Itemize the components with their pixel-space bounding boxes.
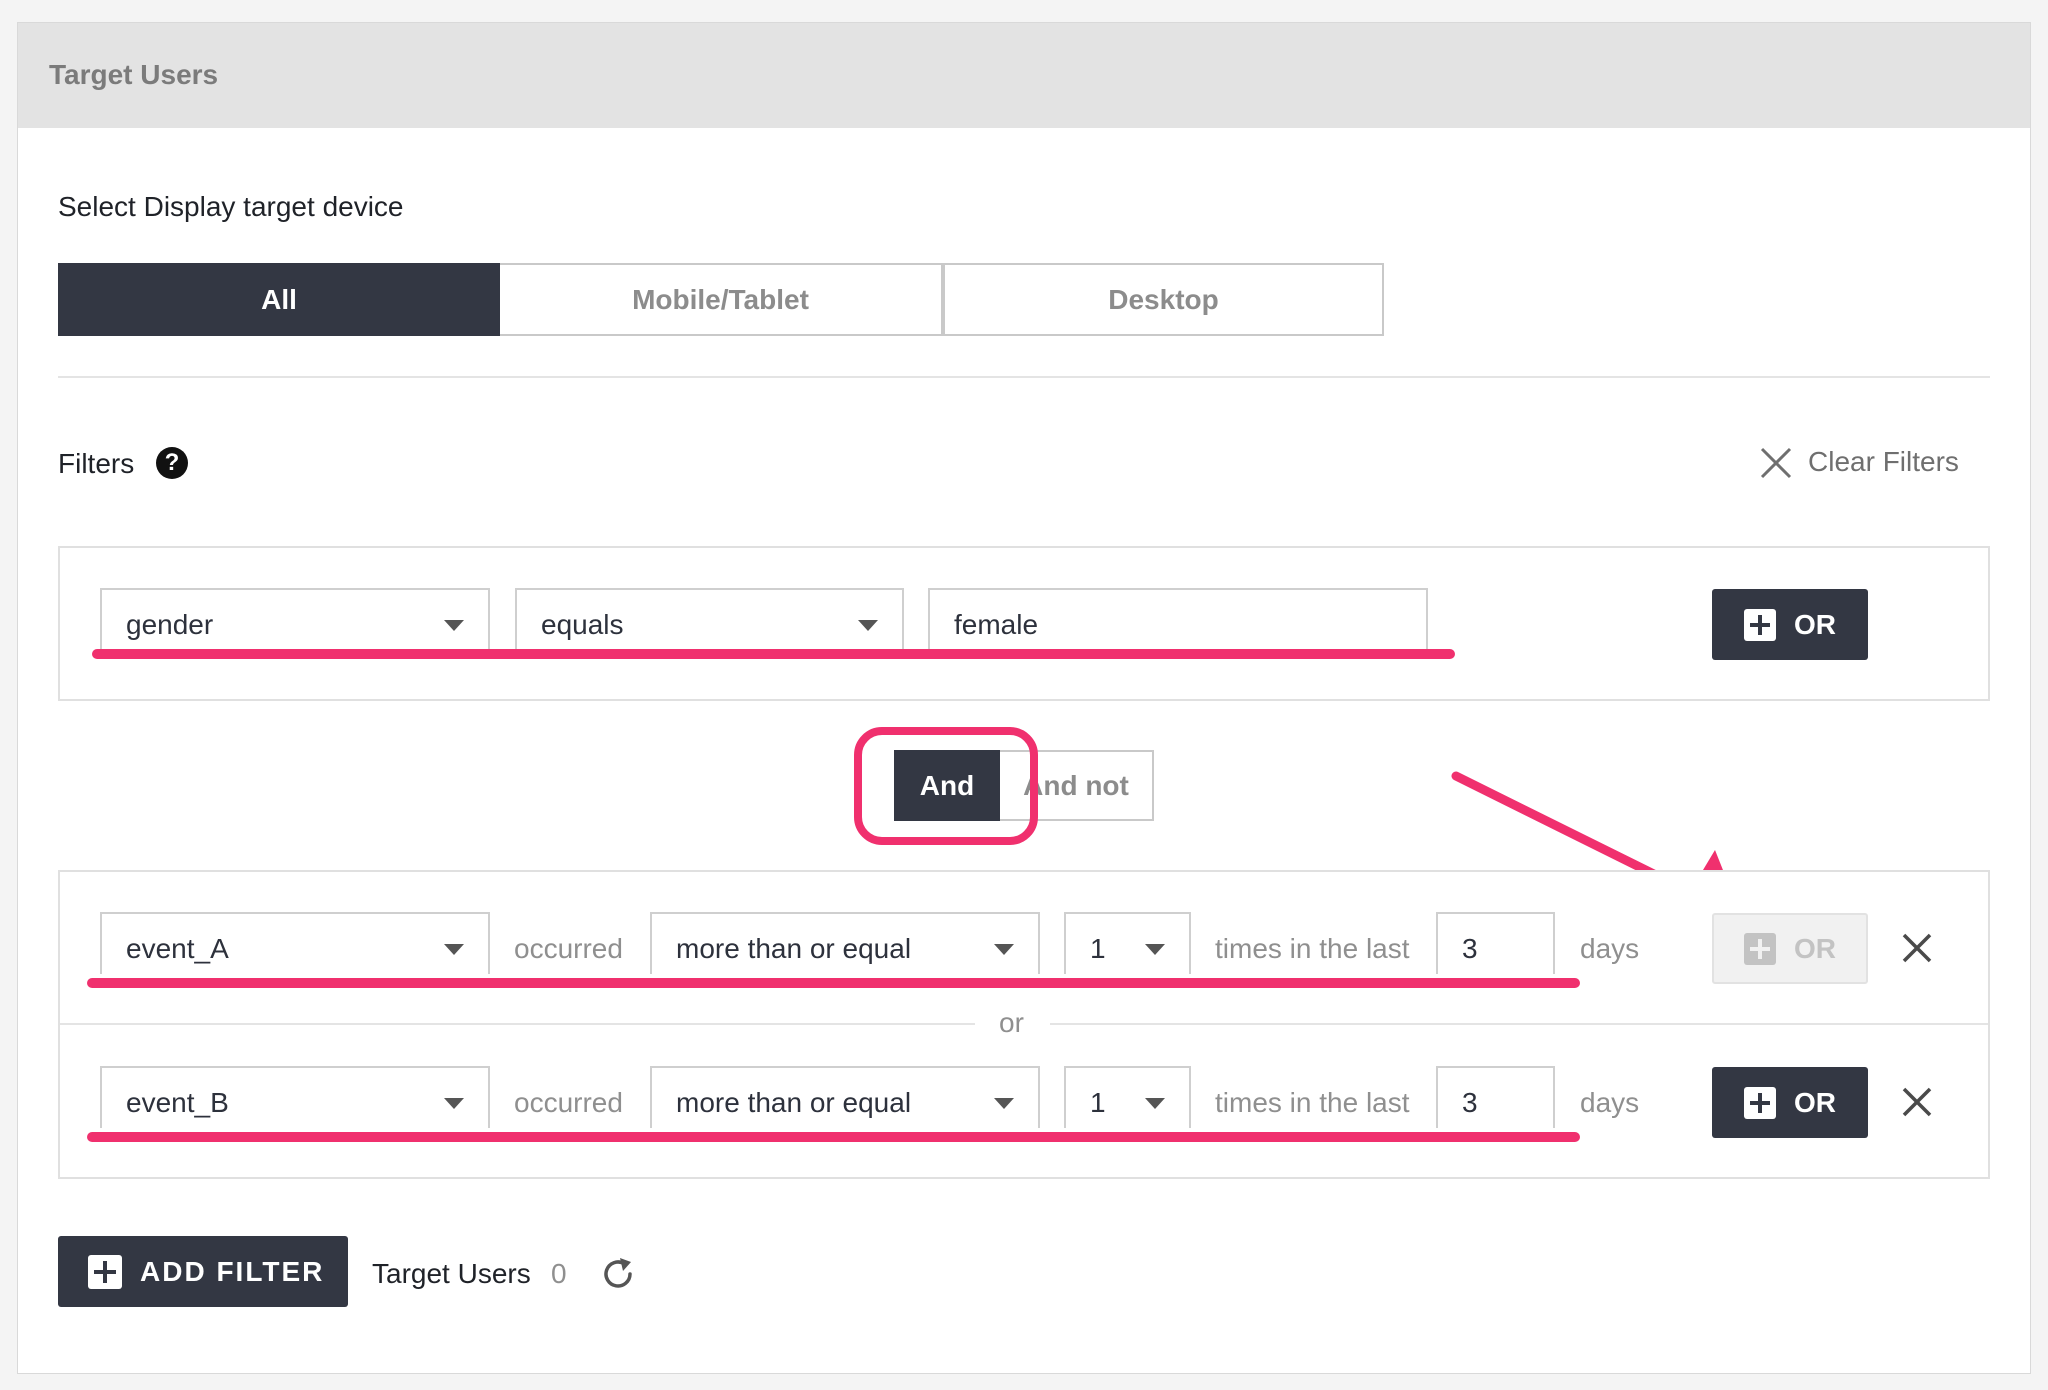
comparator-select-value: more than or equal [676, 933, 912, 964]
operator-select[interactable]: equals [515, 588, 904, 650]
chevron-down-icon [1145, 944, 1165, 955]
field-select[interactable]: gender [100, 588, 490, 650]
annotation-underline [87, 1132, 1580, 1142]
or-separator-text: or [999, 1007, 1024, 1038]
device-option-mobile-tablet[interactable]: Mobile/Tablet [500, 263, 943, 336]
device-option-all[interactable]: All [58, 263, 500, 336]
plus-icon [88, 1254, 122, 1289]
comparator-select-value: more than or equal [676, 1087, 912, 1118]
chevron-down-icon [444, 1098, 464, 1109]
annotation-underline [92, 649, 1455, 659]
panel-header: Target Users [18, 23, 2030, 128]
target-users-label: Target Users [372, 1258, 531, 1289]
refresh-icon[interactable] [598, 1254, 638, 1294]
days-label: days [1580, 1087, 1640, 1118]
field-select-value: gender [126, 609, 214, 640]
chevron-down-icon [444, 944, 464, 955]
add-or-button[interactable]: OR [1712, 1067, 1868, 1138]
value-input[interactable]: female [928, 588, 1428, 650]
days-input[interactable]: 3 [1436, 912, 1555, 974]
operator-select-value: equals [541, 609, 624, 640]
panel-title: Target Users [49, 59, 219, 90]
add-or-button[interactable]: OR [1712, 589, 1868, 660]
target-users-count: 0 [551, 1258, 567, 1289]
occurred-label: occurred [514, 1087, 623, 1118]
comparator-select[interactable]: more than or equal [650, 1066, 1040, 1128]
divider [58, 376, 1990, 378]
add-or-label: OR [1794, 1086, 1836, 1118]
event-select-value: event_A [126, 933, 229, 964]
event-select[interactable]: event_B [100, 1066, 490, 1128]
count-select-value: 1 [1090, 1087, 1106, 1118]
plus-icon [1744, 1086, 1776, 1119]
comparator-select[interactable]: more than or equal [650, 912, 1040, 974]
plus-icon [1744, 608, 1776, 641]
device-label: Select Display target device [58, 191, 404, 222]
question-circle-icon[interactable]: ? [156, 447, 188, 479]
days-input-value: 3 [1462, 933, 1478, 964]
plus-icon [1744, 932, 1776, 965]
count-select[interactable]: 1 [1064, 912, 1191, 974]
annotation-highlight-ring [854, 727, 1038, 845]
chevron-down-icon [1145, 1098, 1165, 1109]
or-separator-line [60, 1023, 975, 1025]
times-label: times in the last [1215, 1087, 1410, 1118]
event-select-value: event_B [126, 1087, 229, 1118]
add-filter-button[interactable]: ADD FILTER [58, 1236, 348, 1307]
device-option-desktop[interactable]: Desktop [943, 263, 1384, 336]
days-input[interactable]: 3 [1436, 1066, 1555, 1128]
chevron-down-icon [444, 620, 464, 631]
clear-filters-link[interactable]: Clear Filters [1808, 446, 1959, 478]
remove-row-icon[interactable] [1900, 1085, 1934, 1119]
chevron-down-icon [994, 944, 1014, 955]
add-or-button-disabled[interactable]: OR [1712, 913, 1868, 984]
chevron-down-icon [858, 620, 878, 631]
days-label: days [1580, 933, 1640, 964]
annotation-underline [87, 978, 1580, 988]
close-icon[interactable] [1758, 445, 1794, 481]
add-filter-label: ADD FILTER [140, 1255, 325, 1287]
filters-label: Filters [58, 448, 135, 479]
days-input-value: 3 [1462, 1087, 1478, 1118]
count-select-value: 1 [1090, 933, 1106, 964]
event-select[interactable]: event_A [100, 912, 490, 974]
occurred-label: occurred [514, 933, 623, 964]
or-separator-line [1050, 1023, 1988, 1025]
add-or-label: OR [1794, 932, 1836, 964]
value-input-text: female [954, 609, 1039, 640]
times-label: times in the last [1215, 933, 1410, 964]
chevron-down-icon [994, 1098, 1014, 1109]
add-or-label: OR [1794, 608, 1836, 640]
count-select[interactable]: 1 [1064, 1066, 1191, 1128]
remove-row-icon[interactable] [1900, 931, 1934, 965]
